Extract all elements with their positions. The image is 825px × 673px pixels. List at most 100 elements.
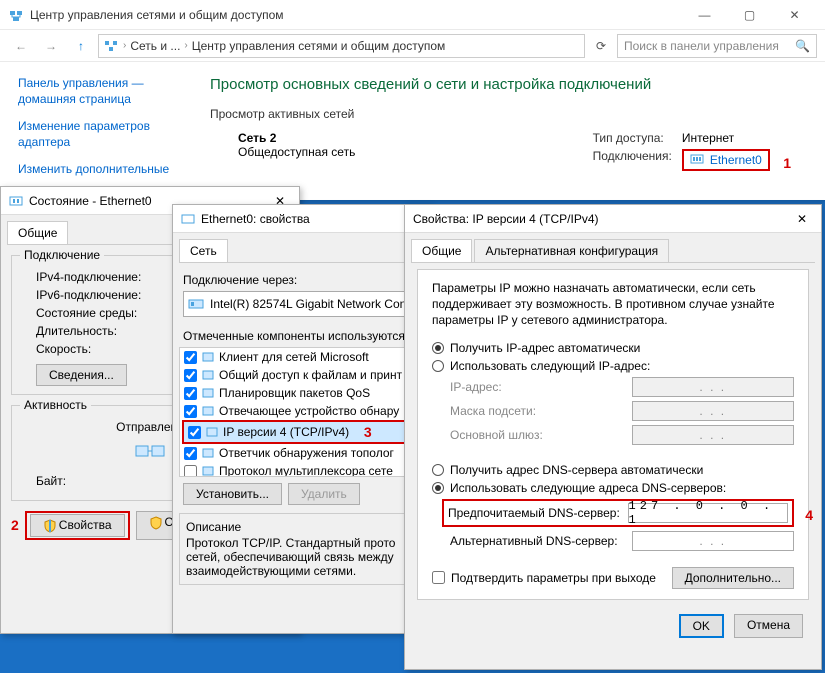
- search-icon: 🔍: [795, 39, 810, 53]
- properties-button[interactable]: Свойства: [30, 514, 125, 537]
- component-item[interactable]: Планировщик пакетов QoS: [180, 384, 424, 402]
- network-center-window: Центр управления сетями и общим доступом…: [0, 0, 825, 200]
- active-network-row: Сеть 2 Общедоступная сеть Тип доступа: И…: [210, 131, 801, 171]
- subnet-mask-label: Маска подсети:: [450, 404, 632, 418]
- shield-icon: [149, 516, 163, 530]
- preferred-dns-label: Предпочитаемый DNS-сервер:: [448, 506, 622, 520]
- connection-legend: Подключение: [20, 248, 104, 262]
- ip-address-input: . . .: [632, 377, 794, 397]
- components-list[interactable]: Клиент для сетей Microsoft Общий доступ …: [179, 347, 425, 477]
- minimize-button[interactable]: —: [682, 1, 727, 29]
- crumb-sep: ›: [123, 40, 126, 51]
- component-checkbox[interactable]: [184, 447, 197, 460]
- network-profile: Общедоступная сеть: [238, 145, 355, 159]
- radio-use-dns[interactable]: Использовать следующие адреса DNS-сервер…: [432, 481, 794, 495]
- component-checkbox[interactable]: [184, 369, 197, 382]
- component-checkbox[interactable]: [188, 426, 201, 439]
- radio-obtain-ip-auto[interactable]: Получить IP-адрес автоматически: [432, 341, 794, 355]
- search-input[interactable]: Поиск в панели управления 🔍: [617, 34, 817, 58]
- sidebar-adapter-settings[interactable]: Изменение параметров адаптера: [18, 119, 182, 150]
- protocol-icon: [201, 446, 215, 460]
- preferred-dns-row-highlight: Предпочитаемый DNS-сервер: 127 . 0 . 0 .…: [442, 499, 794, 527]
- callout-4: 4: [805, 507, 813, 523]
- close-button[interactable]: ✕: [791, 212, 813, 226]
- ethernet-properties-dialog: Ethernet0: свойства ✕ Сеть Подключение ч…: [172, 204, 432, 634]
- tab-network[interactable]: Сеть: [179, 239, 228, 262]
- search-placeholder: Поиск в панели управления: [624, 39, 779, 53]
- dialog-title: Ethernet0: свойства: [201, 212, 401, 226]
- description-box: Описание Протокол TCP/IP. Стандартный пр…: [179, 513, 425, 585]
- protocol-icon: [201, 464, 215, 477]
- component-item[interactable]: Клиент для сетей Microsoft: [180, 348, 424, 366]
- tab-general[interactable]: Общие: [7, 221, 68, 244]
- crumb-sep: ›: [184, 40, 187, 51]
- ip-address-label: IP-адрес:: [450, 380, 632, 394]
- ok-button[interactable]: OK: [679, 614, 724, 638]
- alternate-dns-label: Альтернативный DNS-сервер:: [450, 534, 632, 548]
- ethernet-icon: [690, 152, 706, 168]
- crumb-network[interactable]: Сеть и ...: [130, 39, 180, 53]
- uninstall-button: Удалить: [288, 483, 360, 505]
- component-item[interactable]: Общий доступ к файлам и принт: [180, 366, 424, 384]
- dialog-titlebar: Ethernet0: свойства ✕: [173, 205, 431, 233]
- protocol-icon: [201, 350, 215, 364]
- radio-use-ip[interactable]: Использовать следующий IP-адрес:: [432, 359, 794, 373]
- breadcrumb-icon: [103, 38, 119, 54]
- forward-button[interactable]: →: [38, 35, 64, 57]
- main-content: Просмотр основных сведений о сети и наст…: [200, 62, 825, 204]
- nav-toolbar: ← → ↑ › Сеть и ... › Центр управления се…: [0, 30, 825, 62]
- protocol-icon: [205, 425, 219, 439]
- validate-on-exit-checkbox[interactable]: [432, 571, 445, 584]
- component-item[interactable]: IP версии 4 (TCP/IPv4) 3: [182, 420, 422, 444]
- active-networks-label: Просмотр активных сетей: [210, 107, 801, 121]
- connection-link-ethernet0[interactable]: Ethernet0: [682, 149, 770, 171]
- details-button[interactable]: Сведения...: [36, 364, 127, 386]
- component-checkbox[interactable]: [184, 351, 197, 364]
- maximize-button[interactable]: ▢: [727, 1, 772, 29]
- network-center-icon: [8, 7, 24, 23]
- component-checkbox[interactable]: [184, 387, 197, 400]
- refresh-button[interactable]: ⟳: [589, 39, 613, 53]
- network-name: Сеть 2: [238, 131, 355, 145]
- sidebar-home[interactable]: Панель управления — домашняя страница: [18, 76, 182, 107]
- crumb-current: Центр управления сетями и общим доступом: [192, 39, 446, 53]
- alternate-dns-input[interactable]: . . .: [632, 531, 794, 551]
- radio-obtain-dns-auto[interactable]: Получить адрес DNS-сервера автоматически: [432, 463, 794, 477]
- component-checkbox[interactable]: [184, 405, 197, 418]
- gateway-label: Основной шлюз:: [450, 428, 632, 442]
- access-type-label: Тип доступа:: [593, 131, 672, 145]
- adapter-field: Intel(R) 82574L Gigabit Network Con: [183, 291, 421, 317]
- breadcrumb[interactable]: › Сеть и ... › Центр управления сетями и…: [98, 34, 585, 58]
- callout-2: 2: [11, 517, 19, 533]
- gateway-input: . . .: [632, 425, 794, 445]
- sidebar: Панель управления — домашняя страница Из…: [0, 62, 200, 204]
- tab-general[interactable]: Общие: [411, 239, 472, 262]
- ethernet-icon: [9, 194, 23, 208]
- window-title: Центр управления сетями и общим доступом: [30, 8, 682, 22]
- preferred-dns-input[interactable]: 127 . 0 . 0 . 1: [628, 503, 788, 523]
- tab-alternate[interactable]: Альтернативная конфигурация: [474, 239, 669, 262]
- advanced-button[interactable]: Дополнительно...: [672, 567, 794, 589]
- titlebar: Центр управления сетями и общим доступом…: [0, 0, 825, 30]
- shield-icon: [43, 519, 57, 533]
- up-button[interactable]: ↑: [68, 35, 94, 57]
- subnet-mask-input: . . .: [632, 401, 794, 421]
- component-item[interactable]: Отвечающее устройство обнару: [180, 402, 424, 420]
- close-button[interactable]: ✕: [772, 1, 817, 29]
- sidebar-advanced-sharing[interactable]: Изменить дополнительные: [18, 162, 182, 178]
- protocol-icon: [201, 386, 215, 400]
- activity-legend: Активность: [20, 398, 91, 412]
- page-heading: Просмотр основных сведений о сети и наст…: [210, 76, 801, 93]
- nic-icon: [188, 296, 204, 312]
- components-label: Отмеченные компоненты используются: [183, 329, 421, 343]
- install-button[interactable]: Установить...: [183, 483, 282, 505]
- cancel-button[interactable]: Отмена: [734, 614, 803, 638]
- connect-using-label: Подключение через:: [183, 273, 421, 287]
- component-item[interactable]: Протокол мультиплексора сете: [180, 462, 424, 477]
- component-checkbox[interactable]: [184, 465, 197, 478]
- protocol-icon: [201, 368, 215, 382]
- protocol-icon: [201, 404, 215, 418]
- dialog-title: Свойства: IP версии 4 (TCP/IPv4): [413, 212, 791, 226]
- component-item[interactable]: Ответчик обнаружения тополог: [180, 444, 424, 462]
- back-button[interactable]: ←: [8, 35, 34, 57]
